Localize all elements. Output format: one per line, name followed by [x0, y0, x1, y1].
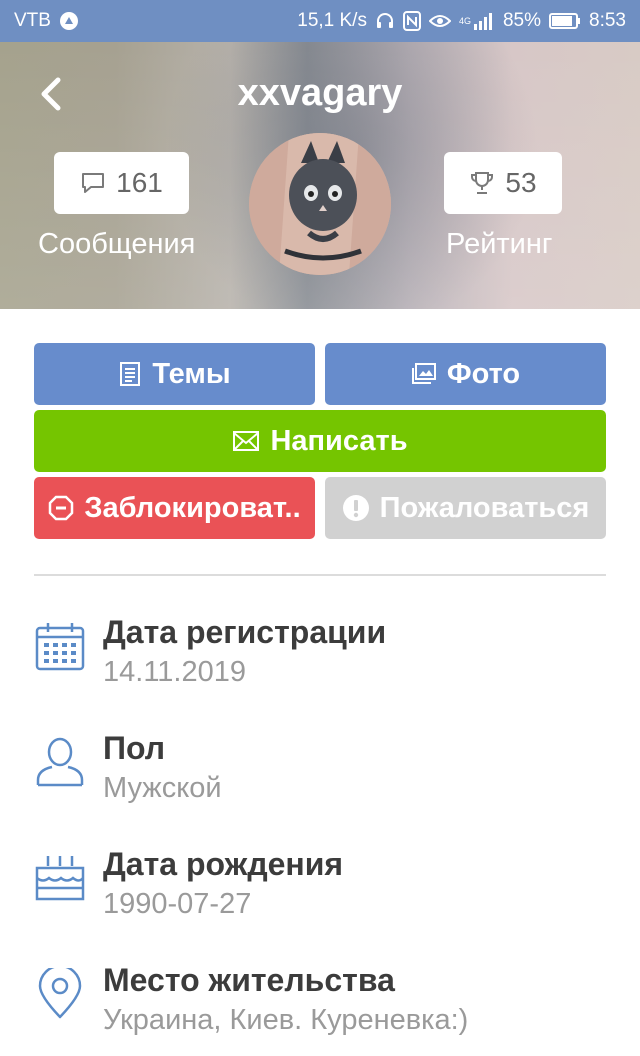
photos-button[interactable]: Фото	[325, 343, 606, 405]
rating-count-box[interactable]: 53	[444, 152, 562, 214]
network-speed: 15,1 K/s	[297, 10, 367, 31]
location-pin-icon	[34, 964, 86, 1020]
chevron-left-icon	[41, 77, 61, 111]
trophy-icon	[471, 172, 494, 194]
topics-button[interactable]: Темы	[34, 343, 315, 405]
avatar-image	[249, 133, 391, 275]
info-row-gender: Пол Мужской	[34, 730, 614, 826]
info-row-location: Место жительства Украина, Киев. Куреневк…	[34, 962, 614, 1048]
user-icon	[34, 736, 86, 788]
rating-count: 53	[505, 167, 537, 198]
block-octagon-icon	[49, 495, 74, 521]
clock: 8:53	[589, 10, 626, 31]
back-button[interactable]	[32, 74, 72, 114]
carrier-label: VTB	[14, 10, 51, 31]
signal-icon: 4G	[459, 12, 495, 30]
topics-button-label: Темы	[152, 357, 231, 390]
write-message-button[interactable]: Написать	[34, 410, 606, 472]
cake-icon	[34, 852, 86, 904]
report-user-button[interactable]: Пожаловаться	[325, 477, 606, 539]
info-row-registration: Дата регистрации 14.11.2019	[34, 614, 614, 710]
envelope-icon	[233, 431, 260, 451]
info-value: Украина, Киев. Куреневка:)	[103, 1004, 469, 1036]
rating-label: Рейтинг	[446, 228, 553, 260]
messages-label: Сообщения	[38, 228, 196, 260]
profile-username: xxvagary	[237, 72, 403, 114]
info-title: Дата регистрации	[103, 614, 387, 650]
report-user-button-label: Пожаловаться	[379, 491, 590, 524]
info-title: Пол	[103, 730, 166, 766]
profile-header: xxvagary 161 Сообщения 53 Рейтинг	[0, 42, 640, 309]
messages-count-box[interactable]: 161	[54, 152, 189, 214]
avatar[interactable]	[249, 133, 391, 275]
block-user-button-label: Заблокироват..	[84, 491, 301, 524]
section-divider	[34, 574, 606, 576]
comment-icon	[82, 173, 105, 193]
battery-percent: 85%	[502, 10, 542, 31]
info-value: 1990-07-27	[103, 888, 252, 920]
image-icon	[411, 363, 436, 384]
document-icon	[120, 362, 141, 386]
info-title: Дата рождения	[103, 846, 344, 882]
photos-button-label: Фото	[446, 357, 521, 390]
block-user-button[interactable]: Заблокироват..	[34, 477, 315, 539]
battery-icon	[549, 13, 581, 29]
headphones-icon	[375, 11, 395, 31]
info-value: 14.11.2019	[103, 656, 246, 688]
write-message-button-label: Написать	[270, 424, 408, 457]
calendar-icon	[34, 620, 86, 672]
exclamation-circle-icon	[342, 495, 369, 521]
messages-count: 161	[116, 167, 163, 198]
info-value: Мужской	[103, 772, 222, 804]
status-bar: VTB 15,1 K/s 4G 85% 8:53	[0, 0, 640, 42]
info-row-birthday: Дата рождения 1990-07-27	[34, 846, 614, 942]
eye-icon	[428, 13, 451, 29]
vpn-icon	[59, 11, 79, 31]
info-title: Место жительства	[103, 962, 395, 998]
nfc-icon	[402, 11, 421, 31]
